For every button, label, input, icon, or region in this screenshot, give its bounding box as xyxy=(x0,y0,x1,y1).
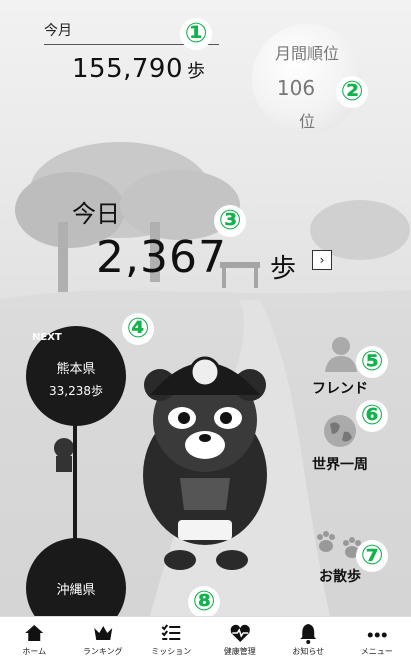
callout-8: ⑧ xyxy=(188,586,220,618)
bottom-navigation: ホーム ランキング ミッション 健康管理 お知らせ メニュー xyxy=(0,616,411,662)
next-prefecture: 熊本県 xyxy=(56,362,96,377)
nav-home[interactable]: ホーム xyxy=(0,617,69,662)
more-icon xyxy=(367,632,387,638)
monthly-steps-unit: 歩 xyxy=(187,61,206,82)
tree-trunk xyxy=(58,222,68,292)
today-steps-label: 今日 xyxy=(72,200,120,228)
nav-home-label: ホーム xyxy=(22,647,47,656)
nav-ranking[interactable]: ランキング xyxy=(69,617,138,662)
nav-mission-label: ミッション xyxy=(151,647,192,656)
callout-7: ⑦ xyxy=(356,540,388,572)
nav-menu-label: メニュー xyxy=(360,647,393,656)
callout-4: ④ xyxy=(122,313,154,345)
monthly-steps: 155,790 歩 xyxy=(72,54,206,84)
checklist-icon xyxy=(161,624,181,640)
friend-label: フレンド xyxy=(312,381,368,397)
ranking-title: 月間順位 xyxy=(274,44,339,63)
friend-icon xyxy=(325,337,357,372)
next-tag: NEXT xyxy=(32,332,62,343)
today-steps-unit: 歩 xyxy=(270,254,297,284)
nav-ranking-label: ランキング xyxy=(82,647,123,656)
nav-notice-label: お知らせ xyxy=(292,647,325,656)
nav-mission[interactable]: ミッション xyxy=(137,617,206,662)
nav-notice[interactable]: お知らせ xyxy=(274,617,343,662)
bell-icon xyxy=(300,624,317,644)
callout-6: ⑥ xyxy=(356,400,388,432)
callout-1: ① xyxy=(180,18,212,50)
home-icon xyxy=(25,625,44,641)
crown-icon xyxy=(93,626,112,640)
heart-pulse-icon xyxy=(230,624,250,642)
route-marker-character xyxy=(54,438,74,472)
callout-2: ② xyxy=(336,76,368,108)
ranking-unit: 位 xyxy=(298,112,315,131)
next-destination-circle[interactable]: NEXT 熊本県 33,238歩 xyxy=(26,326,126,426)
current-prefecture: 沖縄県 xyxy=(56,583,96,598)
monthly-steps-label: 今月 xyxy=(44,23,72,39)
nav-menu[interactable]: メニュー xyxy=(343,617,411,662)
monthly-steps-value: 155,790 xyxy=(72,54,184,84)
route-line xyxy=(73,424,77,540)
today-detail-button[interactable]: › xyxy=(312,250,332,270)
world-tour-label: 世界一周 xyxy=(312,457,368,473)
callout-3: ③ xyxy=(214,205,246,237)
chevron-right-icon: › xyxy=(319,253,325,267)
next-remaining-steps: 33,238歩 xyxy=(49,384,103,398)
nav-health[interactable]: 健康管理 xyxy=(206,617,275,662)
callout-5: ⑤ xyxy=(356,346,388,378)
today-steps-value: 2,367 xyxy=(96,232,227,283)
globe-icon xyxy=(324,415,356,447)
home-screen: 今月 155,790 歩 月間順位 106 位 今日 2,367 歩 › NEXT… xyxy=(0,0,411,662)
nav-health-label: 健康管理 xyxy=(223,647,256,656)
